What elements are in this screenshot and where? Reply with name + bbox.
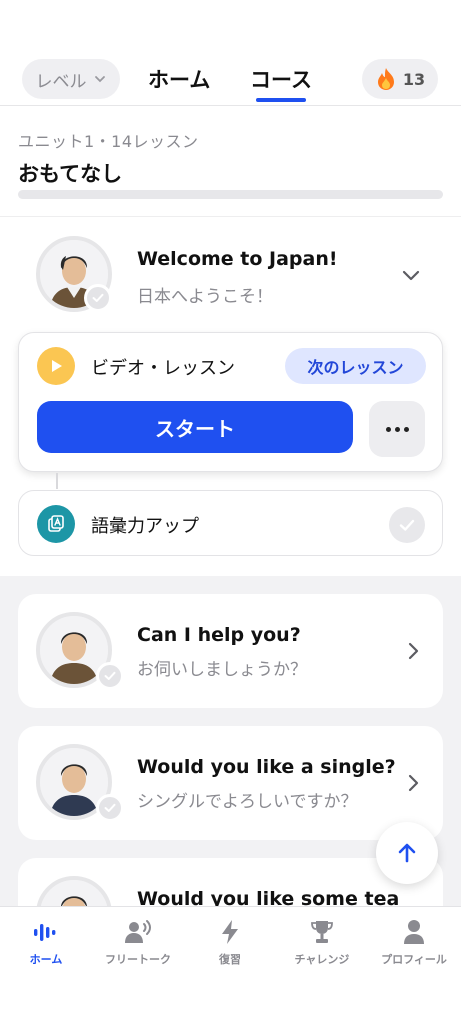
tab-home[interactable]: ホーム: [148, 64, 210, 94]
lesson-title: Welcome to Japan!: [137, 248, 338, 270]
nav-label: プロフィール: [381, 953, 447, 966]
trophy-icon: [311, 921, 333, 943]
more-options-button[interactable]: [369, 401, 425, 457]
completion-check-icon: [96, 662, 124, 690]
collapse-chevron-icon[interactable]: [400, 264, 422, 286]
lesson-subtitle: シングルでよろしいですか？: [137, 792, 358, 812]
chevron-right-icon: [408, 642, 419, 660]
scroll-to-top-button[interactable]: [376, 822, 438, 884]
nav-label: 復習: [219, 953, 241, 966]
lesson-subtitle: 日本へようこそ！: [137, 287, 273, 307]
lesson-title: Can I help you?: [137, 624, 301, 646]
completion-check-icon: [84, 284, 112, 312]
completion-check-icon: [96, 794, 124, 822]
speaking-person-icon: [125, 920, 151, 943]
nav-challenge[interactable]: チャレンジ: [276, 919, 368, 967]
nav-home[interactable]: ホーム: [0, 919, 92, 967]
level-selector[interactable]: レベル: [22, 59, 120, 99]
unit-title: おもてなし: [18, 162, 123, 186]
vocabulary-icon: [37, 505, 75, 543]
bottom-navigation: ホーム フリートーク 復習 チャレンジ プロフィール: [0, 906, 461, 1024]
step-connector: [56, 473, 58, 489]
streak-count: 13: [402, 69, 426, 89]
unit-progress-bar: [18, 190, 443, 199]
lesson-card[interactable]: Can I help you? お伺いしましょうか？: [18, 594, 443, 708]
divider: [0, 216, 461, 217]
lightning-icon: [222, 920, 238, 944]
nav-review[interactable]: 復習: [184, 919, 276, 967]
next-lesson-badge: 次のレッスン: [285, 348, 426, 384]
play-icon: [37, 347, 75, 385]
check-icon: [389, 507, 425, 543]
video-lesson-label: ビデオ・レッスン: [91, 358, 235, 379]
fire-icon: [377, 68, 394, 90]
dot: [403, 426, 409, 432]
streak-badge[interactable]: 13: [362, 59, 438, 99]
chevron-right-icon: [408, 774, 419, 792]
arrow-up-icon: [398, 843, 416, 863]
active-tab-indicator: [256, 98, 306, 102]
waveform-icon: [34, 924, 56, 941]
lesson-card[interactable]: Would you like a single? シングルでよろしいですか？: [18, 726, 443, 840]
lesson-title: Would you like a single?: [137, 756, 396, 778]
tab-course[interactable]: コース: [250, 64, 312, 94]
vocab-label: 語彙力アップ: [91, 516, 199, 537]
start-button[interactable]: スタート: [37, 401, 353, 453]
nav-label: フリートーク: [105, 953, 171, 966]
person-icon: [404, 920, 424, 944]
top-bar: レベル ホーム コース 13: [0, 50, 461, 106]
dot: [385, 426, 391, 432]
nav-profile[interactable]: プロフィール: [368, 919, 460, 967]
chevron-down-icon: [94, 76, 105, 83]
video-lesson-card: ビデオ・レッスン 次のレッスン スタート: [18, 332, 443, 472]
dot: [394, 426, 400, 432]
lesson-subtitle: お伺いしましょうか？: [137, 660, 307, 680]
level-label: レベル: [35, 71, 87, 92]
unit-subtitle: ユニット1・14レッスン: [18, 132, 199, 151]
nav-label: ホーム: [29, 953, 63, 966]
vocab-lesson-row[interactable]: 語彙力アップ: [18, 490, 443, 556]
nav-label: チャレンジ: [294, 953, 350, 966]
nav-free-talk[interactable]: フリートーク: [92, 919, 184, 967]
